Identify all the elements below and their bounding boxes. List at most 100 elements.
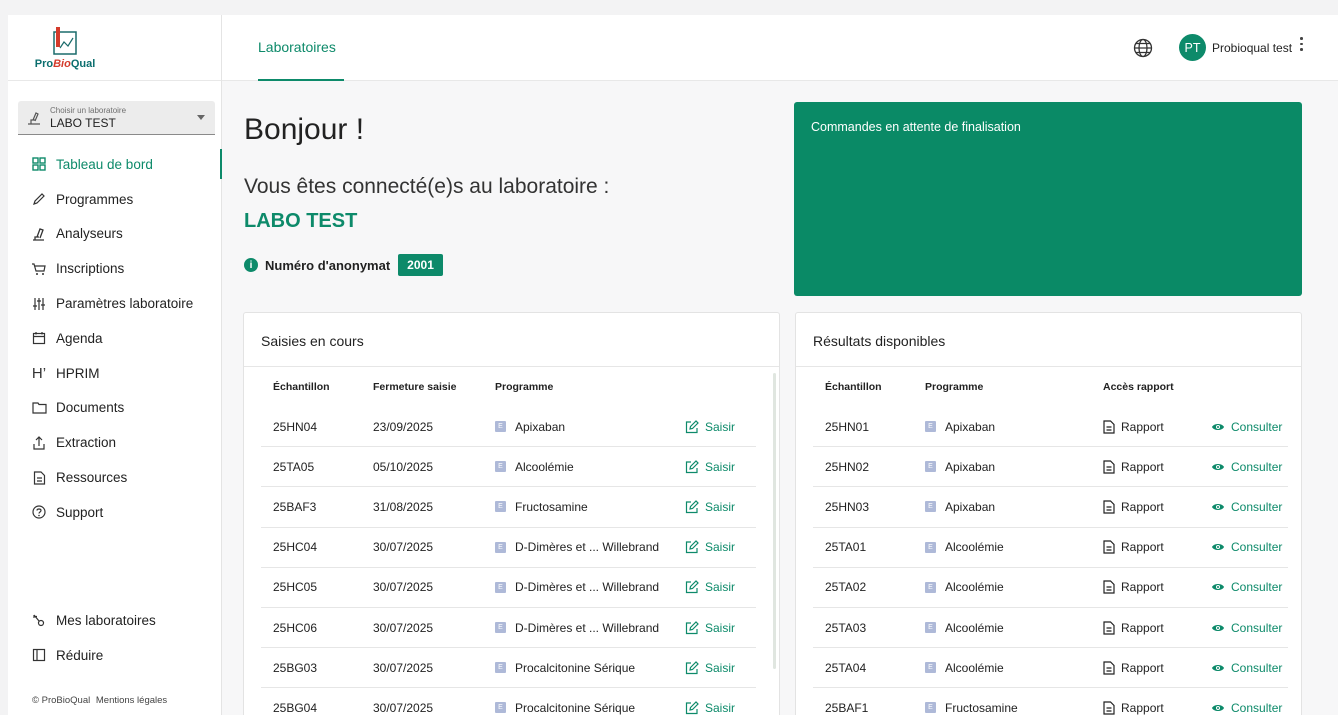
sample-id: 25TA02 — [825, 580, 867, 595]
scrollbar[interactable] — [773, 373, 776, 669]
sidebar-item-ressources[interactable]: Ressources — [8, 460, 221, 495]
saisir-button[interactable]: Saisir — [685, 580, 735, 594]
eye-icon — [1211, 703, 1231, 713]
consulter-button[interactable]: Consulter — [1211, 540, 1282, 554]
logo[interactable]: ProBioQual — [8, 15, 221, 81]
cart-icon — [31, 261, 47, 277]
program-badge: E — [495, 662, 506, 674]
sidebar-item-mes-laboratoires[interactable]: Mes laboratoires — [8, 603, 221, 638]
sidebar-item-documents[interactable]: Documents — [8, 391, 221, 426]
saisir-button[interactable]: Saisir — [685, 420, 735, 434]
consulter-button[interactable]: Consulter — [1211, 621, 1282, 635]
page-title: Bonjour ! — [244, 113, 365, 146]
sample-id: 25HN03 — [825, 499, 870, 514]
pen-icon — [31, 191, 47, 207]
sidebar-item-label: Réduire — [56, 647, 104, 663]
sidebar-item-analyseurs[interactable]: Analyseurs — [8, 217, 221, 252]
sidebar-item-support[interactable]: Support — [8, 495, 221, 530]
consulter-label: Consulter — [1231, 660, 1283, 675]
rapport-button[interactable]: Rapport — [1103, 661, 1211, 675]
program-name: Apixaban — [515, 419, 566, 434]
sidebar: ProBioQual Choisir un laboratoire LABO T… — [8, 15, 222, 715]
rapport-label: Rapport — [1121, 580, 1164, 595]
rapport-button[interactable]: Rapport — [1103, 420, 1211, 434]
program: E Alcoolémie — [925, 621, 1103, 635]
program: E D-Dimères et ... Willebrand — [495, 580, 685, 594]
saisir-button[interactable]: Saisir — [685, 701, 735, 715]
program-badge: E — [495, 541, 506, 553]
saisir-button[interactable]: Saisir — [685, 540, 735, 554]
anon-label: Numéro d'anonymat — [265, 257, 391, 273]
rapport-button[interactable]: Rapport — [1103, 580, 1211, 594]
program-name: Apixaban — [945, 499, 996, 514]
sidebar-item-extraction[interactable]: Extraction — [8, 425, 221, 460]
program-badge: E — [925, 702, 936, 714]
tab-laboratoires[interactable]: Laboratoires — [258, 39, 336, 55]
user-name[interactable]: Probioqual test — [1212, 41, 1292, 55]
table-row: 25HC04 30/07/2025 E D-Dimères et ... Willeb… — [261, 528, 756, 568]
rapport-button[interactable]: Rapport — [1103, 460, 1211, 474]
chevron-down-icon — [197, 115, 205, 120]
rapport-button[interactable]: Rapport — [1103, 540, 1211, 554]
info-icon: i — [244, 258, 258, 272]
lab-select[interactable]: Choisir un laboratoire LABO TEST — [18, 101, 215, 135]
rapport-button[interactable]: Rapport — [1103, 500, 1211, 514]
saisir-label: Saisir — [705, 540, 736, 555]
more-vert-icon[interactable] — [1300, 37, 1304, 54]
saisir-button[interactable]: Saisir — [685, 661, 735, 675]
program-badge: E — [495, 581, 506, 593]
consulter-label: Consulter — [1231, 459, 1283, 474]
table-row: 25HN02 E Apixaban Rapport Consulter — [813, 447, 1288, 488]
col-programme: Programme — [925, 381, 984, 393]
col-echantillon: Échantillon — [273, 381, 330, 393]
table-row: 25TA04 E Alcoolémie Rapport Consulter — [813, 648, 1288, 689]
rapport-button[interactable]: Rapport — [1103, 701, 1211, 715]
table-row: 25HC05 30/07/2025 E D-Dimères et ... Willeb… — [261, 568, 756, 608]
program: E Alcoolémie — [495, 460, 685, 474]
table-row: 25HN03 E Apixaban Rapport Consulter — [813, 487, 1288, 528]
saisir-button[interactable]: Saisir — [685, 500, 735, 514]
edit-icon — [685, 500, 705, 514]
sidebar-item-inscriptions[interactable]: Inscriptions — [8, 251, 221, 286]
saisir-button[interactable]: Saisir — [685, 460, 735, 474]
document-icon — [31, 470, 47, 486]
app-window: ProBioQual Choisir un laboratoire LABO T… — [8, 15, 1338, 715]
table-row: 25TA03 E Alcoolémie Rapport Consulter — [813, 608, 1288, 649]
consulter-button[interactable]: Consulter — [1211, 661, 1282, 675]
legal-link[interactable]: Mentions légales — [96, 695, 167, 706]
closing-date: 31/08/2025 — [373, 499, 434, 514]
saisir-label: Saisir — [705, 660, 736, 675]
program-name: D-Dimères et ... Willebrand — [515, 580, 660, 595]
consulter-button[interactable]: Consulter — [1211, 701, 1282, 715]
eye-icon — [1211, 542, 1231, 552]
rapport-button[interactable]: Rapport — [1103, 621, 1211, 635]
sliders-icon — [31, 296, 47, 312]
consulter-button[interactable]: Consulter — [1211, 460, 1282, 474]
key-icon — [31, 612, 47, 628]
consulter-button[interactable]: Consulter — [1211, 420, 1282, 434]
globe-icon[interactable] — [1133, 38, 1153, 58]
program-name: Apixaban — [945, 419, 996, 434]
dashboard-grid-icon — [31, 156, 47, 172]
program: E Alcoolémie — [925, 540, 1103, 554]
sidebar-item-hprim[interactable]: H’ HPRIM — [8, 356, 221, 391]
saisir-button[interactable]: Saisir — [685, 621, 735, 635]
program-name: Procalcitonine Sérique — [515, 700, 636, 715]
sidebar-item-agenda[interactable]: Agenda — [8, 321, 221, 356]
table-row: 25TA05 05/10/2025 E Alcoolémie Saisir — [261, 447, 756, 488]
anonymity-row: i Numéro d'anonymat 2001 — [244, 254, 443, 276]
closing-date: 05/10/2025 — [373, 459, 434, 474]
sidebar-item-programmes[interactable]: Programmes — [8, 182, 221, 217]
sidebar-item-tableau-de-bord[interactable]: Tableau de bord — [8, 147, 222, 182]
sidebar-item-reduire[interactable]: Réduire — [8, 638, 221, 673]
col-fermeture: Fermeture saisie — [373, 381, 457, 393]
sidebar-item-parametres-laboratoire[interactable]: Paramètres laboratoire — [8, 286, 221, 321]
sidebar-nav: Tableau de bord Programmes Analyseurs In… — [8, 147, 222, 530]
consulter-button[interactable]: Consulter — [1211, 500, 1282, 514]
sidebar-item-label: Support — [56, 504, 104, 520]
avatar[interactable]: PT — [1179, 34, 1206, 61]
eye-icon — [1211, 582, 1231, 592]
consulter-button[interactable]: Consulter — [1211, 580, 1282, 594]
copyright: © ProBioQual — [32, 695, 91, 706]
saisir-label: Saisir — [705, 499, 736, 514]
